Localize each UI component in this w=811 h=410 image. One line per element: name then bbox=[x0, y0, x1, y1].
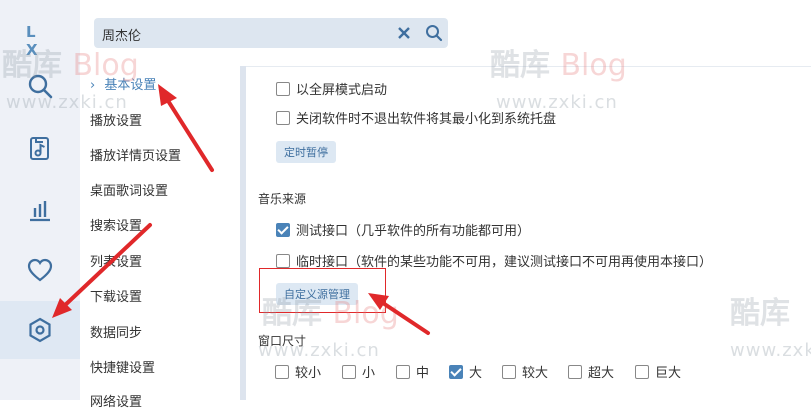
size-option-small[interactable]: 小 bbox=[342, 362, 375, 381]
search-icon[interactable] bbox=[424, 23, 444, 43]
source-test-label: 测试接口（几乎软件的所有功能都可用） bbox=[296, 224, 531, 239]
fullscreen-option[interactable]: 以全屏模式启动 bbox=[276, 79, 387, 98]
size-label: 较大 bbox=[522, 366, 549, 381]
nav-item-sync[interactable]: 数据同步 bbox=[90, 322, 142, 341]
nav-item-hotkey[interactable]: 快捷键设置 bbox=[90, 357, 155, 376]
size-label: 巨大 bbox=[655, 366, 682, 381]
source-temp-checkbox[interactable] bbox=[276, 253, 290, 268]
size-label: 大 bbox=[469, 366, 483, 381]
size-label: 超大 bbox=[588, 366, 615, 381]
size-label: 中 bbox=[416, 366, 430, 381]
size-option-medium[interactable]: 中 bbox=[396, 362, 429, 381]
size-option-extra-large[interactable]: 超大 bbox=[568, 362, 614, 381]
watermark-logo: 酷库 bbox=[730, 296, 790, 331]
size-label: 小 bbox=[362, 366, 376, 381]
rail-favorites-button[interactable] bbox=[0, 241, 80, 299]
nav-item-download[interactable]: 下载设置 bbox=[90, 286, 142, 305]
watermark-logo: 酷库 Blog bbox=[2, 48, 139, 83]
search-box[interactable]: 周杰伦 bbox=[94, 18, 448, 48]
fullscreen-label: 以全屏模式启动 bbox=[296, 83, 388, 98]
size-option-large[interactable]: 大 bbox=[449, 362, 482, 381]
rail-settings-button[interactable] bbox=[0, 301, 80, 359]
close-icon[interactable] bbox=[395, 24, 413, 42]
watermark-logo: 酷库 Blog bbox=[490, 48, 627, 83]
nav-item-desktop-lyric[interactable]: 桌面歌词设置 bbox=[90, 180, 168, 199]
watermark-url: www.zxki.cn bbox=[730, 340, 811, 361]
size-checkbox[interactable] bbox=[396, 364, 410, 379]
size-checkbox[interactable] bbox=[275, 364, 289, 379]
settings-hexagon-icon bbox=[29, 317, 51, 343]
size-option-huge[interactable]: 巨大 bbox=[635, 362, 681, 381]
size-checkbox[interactable] bbox=[635, 364, 649, 379]
music-file-icon bbox=[30, 137, 49, 160]
source-test-checkbox[interactable] bbox=[276, 222, 290, 237]
nav-item-search[interactable]: 搜索设置 bbox=[90, 215, 142, 234]
watermark-url: www.zxki.cn bbox=[258, 340, 380, 361]
nav-item-play-detail[interactable]: 播放详情页设置 bbox=[90, 145, 181, 164]
size-checkbox[interactable] bbox=[502, 364, 516, 379]
watermark-url: www.zxki.cn bbox=[496, 92, 618, 113]
nav-item-network[interactable]: 网络设置 bbox=[90, 391, 142, 410]
fullscreen-checkbox[interactable] bbox=[276, 81, 290, 96]
rail-leaderboard-button[interactable] bbox=[0, 181, 80, 239]
bar-chart-icon bbox=[30, 201, 50, 222]
minimize-tray-checkbox[interactable] bbox=[276, 110, 290, 125]
size-option-smaller[interactable]: 较小 bbox=[275, 362, 321, 381]
size-checkbox[interactable] bbox=[342, 364, 356, 379]
size-checkbox[interactable] bbox=[568, 364, 582, 379]
timer-pause-button[interactable]: 定时暂停 bbox=[276, 141, 336, 163]
rail-playlist-button[interactable] bbox=[0, 120, 80, 178]
size-label: 较小 bbox=[295, 366, 322, 381]
source-test-option[interactable]: 测试接口（几乎软件的所有功能都可用） bbox=[276, 220, 530, 239]
music-source-title: 音乐来源 bbox=[258, 192, 307, 206]
nav-item-list[interactable]: 列表设置 bbox=[90, 251, 142, 270]
size-option-larger[interactable]: 较大 bbox=[502, 362, 548, 381]
top-bar: 周杰伦 bbox=[80, 0, 811, 66]
size-checkbox[interactable] bbox=[449, 364, 463, 379]
heart-icon bbox=[27, 258, 53, 282]
watermark-url: www.zxki.cn bbox=[6, 92, 128, 113]
settings-nav: › 基本设置 播放设置 播放详情页设置 桌面歌词设置 搜索设置 列表设置 下载设… bbox=[80, 66, 241, 410]
watermark-logo: 酷库 Blog bbox=[262, 296, 399, 331]
